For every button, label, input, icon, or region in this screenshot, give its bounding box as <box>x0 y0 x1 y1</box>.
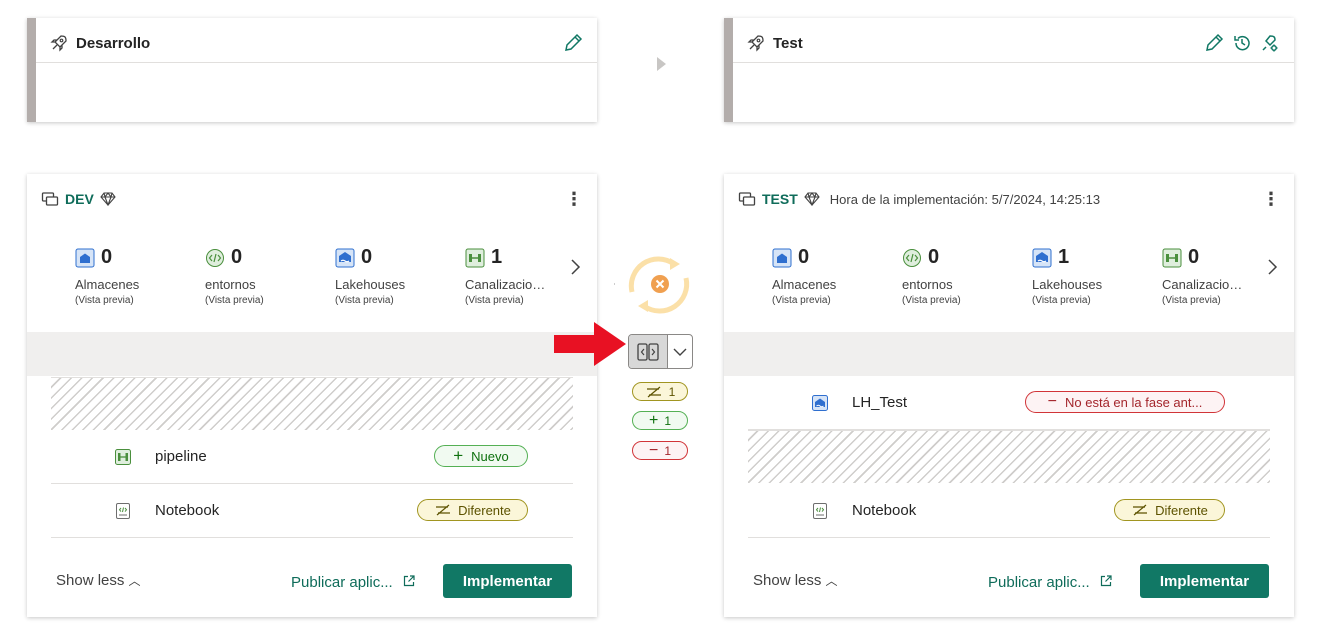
stat-lakehouses[interactable]: 1 Lakehouses (Vista previa) <box>1032 246 1162 306</box>
history-icon[interactable] <box>1232 33 1252 53</box>
minus-icon: − <box>648 441 659 459</box>
compare-icon <box>637 342 659 361</box>
deploy-button[interactable]: Implementar <box>1140 564 1269 598</box>
workspace-icon <box>738 192 756 206</box>
item-name: Notebook <box>155 502 220 519</box>
new-count-badge: + 1 <box>632 411 688 430</box>
list-item[interactable]: Notebook Diferente <box>51 484 573 538</box>
workspace-icon <box>41 192 59 206</box>
workspace-card-test: TEST Hora de la implementación: 5/7/2024… <box>724 174 1294 617</box>
notebook-icon <box>116 502 130 519</box>
pipeline-icon <box>465 248 485 267</box>
compare-header-band <box>724 332 1294 376</box>
deploy-button[interactable]: Implementar <box>443 564 572 598</box>
show-less-link[interactable]: Show less ︿ <box>56 572 141 589</box>
environment-icon <box>206 248 224 267</box>
show-less-link[interactable]: Show less ︿ <box>753 572 838 589</box>
stage-divider <box>36 62 597 63</box>
red-arrow-annotation <box>554 322 626 366</box>
external-link-icon <box>1100 575 1112 587</box>
pipeline-icon <box>115 448 131 465</box>
publish-app-link[interactable]: Publicar aplic... <box>291 574 415 591</box>
deployment-rules-icon[interactable] <box>1260 33 1280 53</box>
different-icon <box>646 386 661 397</box>
compare-button[interactable] <box>628 334 693 369</box>
chevron-up-icon: ︿ <box>128 574 141 588</box>
status-badge-missing: − No está en la fase ant... <box>1025 391 1225 413</box>
missing-count-badge: − 1 <box>632 441 688 460</box>
status-badge-different: Diferente <box>417 499 528 521</box>
stat-warehouses[interactable]: 0 Almacenes (Vista previa) <box>772 246 902 306</box>
edit-pencil-icon[interactable] <box>563 33 583 53</box>
premium-diamond-icon <box>100 192 116 206</box>
workspace-name[interactable]: TEST <box>762 191 798 207</box>
workspace-name[interactable]: DEV <box>65 191 94 207</box>
stage-title: Test <box>773 34 803 52</box>
warehouse-icon <box>75 248 95 267</box>
warehouse-icon <box>772 248 792 267</box>
edit-pencil-icon[interactable] <box>1204 33 1224 53</box>
stage-card-dev: Desarrollo <box>27 18 597 122</box>
minus-icon: − <box>1047 393 1058 410</box>
notebook-icon <box>813 502 827 519</box>
list-item[interactable]: Notebook Diferente <box>748 484 1270 538</box>
item-name: LH_Test <box>852 394 908 411</box>
compare-view-toggle[interactable] <box>629 335 668 368</box>
stat-environments[interactable]: 0 entornos (Vista previa) <box>902 246 1032 306</box>
rocket-icon <box>50 35 67 52</box>
item-name: pipeline <box>155 448 207 465</box>
list-item[interactable]: LH_Test − No está en la fase ant... <box>748 376 1270 430</box>
pipeline-icon <box>1162 248 1182 267</box>
different-count-badge: 1 <box>632 382 688 401</box>
status-badge-new: + Nuevo <box>434 445 528 467</box>
sync-status-icon <box>614 256 690 314</box>
different-icon <box>436 504 451 516</box>
empty-slot-placeholder <box>748 430 1270 483</box>
different-icon <box>1133 504 1148 516</box>
deployment-time: Hora de la implementación: 5/7/2024, 14:… <box>829 191 1101 207</box>
premium-diamond-icon <box>804 192 820 206</box>
stage-card-test: Test <box>724 18 1294 122</box>
list-item[interactable]: pipeline + Nuevo <box>51 430 573 484</box>
stat-pipelines[interactable]: 1 Canalizaciones (Vista previa) <box>465 246 595 306</box>
chevron-up-icon: ︿ <box>825 574 838 588</box>
plus-icon: + <box>453 446 464 465</box>
stat-warehouses[interactable]: 0 Almacenes (Vista previa) <box>75 246 205 306</box>
lakehouse-icon <box>335 248 355 267</box>
card-footer: Show less ︿ Publicar aplic... Implementa… <box>27 547 597 617</box>
more-options-icon[interactable]: ⋮ <box>1262 190 1280 208</box>
stat-environments[interactable]: 0 entornos (Vista previa) <box>205 246 335 306</box>
item-type-stats: 0 Almacenes (Vista previa) 0 entornos (V… <box>772 246 1292 306</box>
chevron-down-icon <box>673 348 687 356</box>
item-type-stats: 0 Almacenes (Vista previa) 0 entornos (V… <box>75 246 595 306</box>
stat-pipelines[interactable]: 0 Canalizaciones (Vista previa) <box>1162 246 1292 306</box>
chevron-right-icon[interactable] <box>569 258 581 276</box>
rocket-icon <box>747 35 764 52</box>
compare-dropdown[interactable] <box>668 335 692 368</box>
stage-arrow-icon <box>657 57 666 71</box>
lakehouse-icon <box>812 394 828 411</box>
lakehouse-icon <box>1032 248 1052 267</box>
environment-icon <box>903 248 921 267</box>
chevron-right-icon[interactable] <box>1266 258 1278 276</box>
workspace-card-dev: DEV ⋮ 0 Almacenes (Vista previa) 0 entor… <box>27 174 597 617</box>
more-options-icon[interactable]: ⋮ <box>565 190 583 208</box>
external-link-icon <box>403 575 415 587</box>
publish-app-link[interactable]: Publicar aplic... <box>988 574 1112 591</box>
empty-slot-placeholder <box>51 377 573 430</box>
card-footer: Show less ︿ Publicar aplic... Implementa… <box>724 547 1294 617</box>
stat-lakehouses[interactable]: 0 Lakehouses (Vista previa) <box>335 246 465 306</box>
status-badge-different: Diferente <box>1114 499 1225 521</box>
stage-title: Desarrollo <box>76 34 151 52</box>
stage-divider <box>733 62 1294 63</box>
item-name: Notebook <box>852 502 917 519</box>
plus-icon: + <box>648 411 659 429</box>
compare-header-band <box>27 332 597 376</box>
